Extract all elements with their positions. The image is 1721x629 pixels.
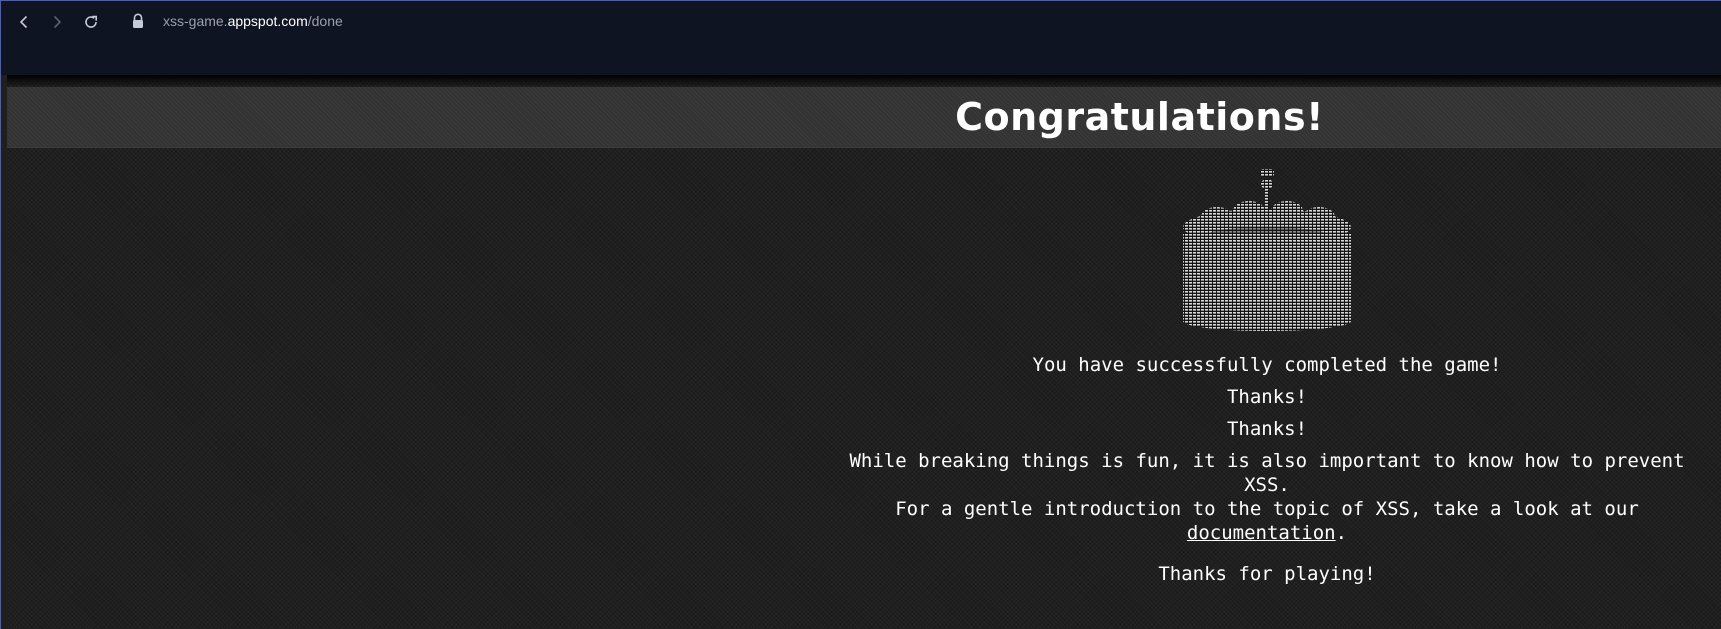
message-block: You have successfully completed the game… [827, 353, 1707, 586]
browser-toolbar: xss-game.appspot.com/done [1, 1, 1721, 75]
url-host: appspot.com [227, 13, 308, 29]
title-band: Congratulations! [7, 87, 1721, 148]
browser-window: xss-game.appspot.com/done Congratulation… [0, 0, 1721, 629]
page-title: Congratulations! [955, 95, 1324, 139]
intro-period: . [1335, 522, 1348, 544]
lock-icon[interactable] [131, 13, 145, 29]
back-icon [19, 15, 28, 29]
url-subdomain: xss-game. [163, 13, 228, 29]
reload-icon [85, 15, 97, 28]
intro-text-line: For a gentle introduction to the topic o… [827, 497, 1707, 545]
address-bar[interactable]: xss-game.appspot.com/done [163, 12, 343, 30]
documentation-link[interactable]: documentation [1187, 522, 1336, 544]
prevent-xss-text: While breaking things is fun, it is also… [849, 450, 1685, 496]
thanks-text: Thanks! [1226, 386, 1308, 408]
success-message: You have successfully completed the game… [1032, 354, 1502, 376]
thanks-for-playing-text: Thanks for playing! [1158, 563, 1376, 585]
reload-button[interactable] [78, 9, 104, 35]
cake-image [1183, 169, 1351, 331]
back-button[interactable] [11, 9, 37, 35]
forward-icon [53, 15, 62, 29]
page-content: Congratulations! You have successfully c… [7, 75, 1721, 629]
forward-button[interactable] [44, 9, 70, 35]
intro-text: For a gentle introduction to the topic o… [895, 498, 1639, 520]
url-path: /done [307, 13, 343, 29]
thanks-text-repeat: Thanks! [1226, 418, 1308, 440]
